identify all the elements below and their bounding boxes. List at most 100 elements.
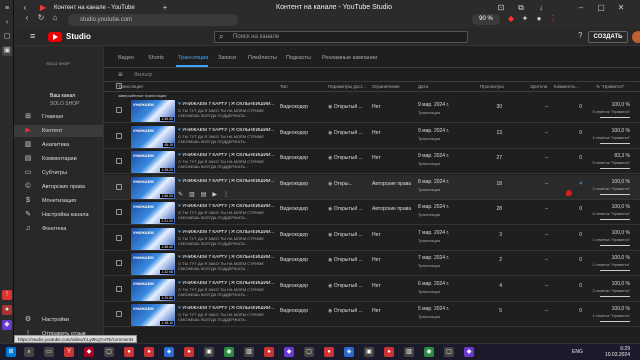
table-row[interactable]: УНИЖАЕМ 1:38:40 ♥ УНИЖАЕМ 7 КАРТУ | Я ОХЛЬ… xyxy=(104,226,640,251)
col-views[interactable]: Просмотры xyxy=(480,84,504,89)
app-taskbar-icon-13[interactable]: ● xyxy=(324,347,334,357)
app-taskbar-icon-4[interactable]: ● xyxy=(144,347,154,357)
tab-live[interactable]: Трансляции xyxy=(178,55,208,61)
video-thumbnail[interactable]: УНИЖАЕМ 1:32:08 xyxy=(131,253,175,275)
help-icon[interactable]: ? xyxy=(578,31,582,40)
account-avatar[interactable] xyxy=(632,31,640,43)
app-taskbar-icon-8[interactable]: ◉ xyxy=(224,347,234,357)
back-icon[interactable]: ‹ xyxy=(2,18,12,28)
video-thumbnail[interactable]: УНИЖАЕМ 45:15 xyxy=(131,125,175,148)
app-taskbar-icon-7[interactable]: ▣ xyxy=(204,347,214,357)
ad-block-icon[interactable]: ◆ xyxy=(506,14,516,24)
table-row[interactable]: УНИЖАЕМ 1:18:10 ♥ УНИЖАЕМ 7 КАРТУ | Я ОХЛЬ… xyxy=(104,302,640,327)
visibility-dropdown[interactable]: Открытый ... xyxy=(328,155,363,161)
app-icon-3[interactable]: ◆ xyxy=(2,320,12,330)
row-checkbox[interactable] xyxy=(116,234,122,241)
app-taskbar-icon-14[interactable]: ◈ xyxy=(344,347,354,357)
sidebar-item-settings[interactable]: ⚙ Настройки xyxy=(14,314,103,326)
video-title[interactable]: ♥ УНИЖАЕМ 7 КАРТУ | Я ОХЛЬНЕЙШИЙ... xyxy=(178,128,282,133)
col-live[interactable]: Трансляция xyxy=(118,84,143,89)
video-thumbnail[interactable]: УНИЖАЕМ 1:28:20 xyxy=(131,151,175,173)
browser-menu-icon[interactable]: ⋮ xyxy=(548,14,558,24)
visibility-dropdown[interactable]: Открытый ... xyxy=(328,308,363,314)
app-taskbar-icon-3[interactable]: ● xyxy=(124,347,134,357)
more-icon[interactable]: ⋮ xyxy=(223,192,235,198)
comments-count[interactable]: 0 xyxy=(572,104,582,110)
comments-count[interactable]: 0 xyxy=(572,232,582,238)
restrictions[interactable]: Нет xyxy=(372,283,381,289)
comments-count[interactable]: 0 xyxy=(572,206,582,212)
sidebar-item-customization[interactable]: ✎ Настройка канала xyxy=(14,209,103,221)
sidebar-item-subtitles[interactable]: ▭ Субтитры xyxy=(14,167,103,179)
table-row[interactable]: УНИЖАЕМ 1:35:35 ♥ УНИЖАЕМ 7 КАРТУ | Я ОХЛЬ… xyxy=(104,98,640,123)
restrictions[interactable]: Нет xyxy=(372,232,381,238)
app-icon-2[interactable]: ● xyxy=(2,305,12,315)
video-title[interactable]: ♥ УНИЖАЕМ 7 КАРТУ | Я ОХЛЬНЕЙШИЙ... xyxy=(178,102,282,107)
row-checkbox[interactable] xyxy=(116,209,122,215)
app-taskbar-icon-17[interactable]: ▥ xyxy=(404,347,414,357)
yandex-icon[interactable]: Y xyxy=(64,347,74,357)
panel-icon[interactable]: ▢ xyxy=(2,32,12,42)
row-checkbox[interactable] xyxy=(116,260,122,266)
filter-bar[interactable]: ≡ Фильтр xyxy=(104,68,640,82)
app-icon[interactable]: ▣ xyxy=(2,46,12,56)
youtube-row-icon[interactable]: ▶ xyxy=(212,192,223,198)
taskview-icon[interactable]: ▭ xyxy=(44,347,54,357)
app-taskbar-icon-6[interactable]: ● xyxy=(184,347,194,357)
video-thumbnail[interactable]: УНИЖАЕМ 1:56:20 xyxy=(131,176,175,199)
hamburger-menu-icon[interactable]: ≡ xyxy=(30,31,35,41)
row-checkbox[interactable] xyxy=(116,311,122,317)
table-row[interactable]: УНИЖАЕМ 1:28:20 ♥ УНИЖАЕМ 7 КАРТУ | Я ОХЛЬ… xyxy=(104,149,640,174)
sidebar-item-analytics[interactable]: ▥ Аналитика xyxy=(14,139,103,151)
video-title[interactable]: ♥ УНИЖАЕМ 7 КАРТУ | Я ОХЛЬНЕЙШИЙ... xyxy=(178,281,282,286)
table-row[interactable]: УНИЖАЕМ 1:29:50 ♥ УНИЖАЕМ 7 КАРТУ | Я ОХЛЬ… xyxy=(104,277,640,302)
studio-logo[interactable]: Studio xyxy=(66,32,91,41)
video-thumbnail[interactable]: УНИЖАЕМ 1:35:35 xyxy=(131,100,175,122)
app-taskbar-icon-2[interactable]: ▢ xyxy=(104,347,114,357)
app-taskbar-icon-16[interactable]: ● xyxy=(384,347,394,357)
video-title[interactable]: ♥ УНИЖАЕМ 7 КАРТУ | Я ОХЛЬНЕЙШИЙ... xyxy=(178,153,282,158)
extension-icon[interactable]: ✦ xyxy=(520,14,530,24)
restrictions[interactable]: Нет xyxy=(372,308,381,314)
comments-count[interactable]: 0 xyxy=(572,130,582,136)
channel-avatar[interactable]: SOLO SHOP xyxy=(44,52,72,76)
video-thumbnail[interactable]: УНИЖАЕМ 2:31:24 xyxy=(131,202,175,224)
edit-icon[interactable]: ✎ xyxy=(178,192,189,198)
restrictions[interactable]: Нет xyxy=(372,257,381,263)
notification-icon[interactable]: ! xyxy=(2,290,12,300)
analytics-row-icon[interactable]: ▥ xyxy=(189,192,201,198)
comments-row-icon[interactable]: ▤ xyxy=(201,192,213,198)
restrictions[interactable]: Авторские права xyxy=(372,206,411,212)
restrictions[interactable]: Авторские права xyxy=(372,181,411,187)
visibility-dropdown[interactable]: Открытый ... xyxy=(328,257,363,263)
app-taskbar-icon-20[interactable]: ◆ xyxy=(464,347,474,357)
row-checkbox[interactable] xyxy=(116,132,122,139)
col-comments[interactable]: Коммента... xyxy=(554,84,579,89)
visibility-dropdown[interactable]: Откры... xyxy=(328,181,353,187)
video-thumbnail[interactable]: УНИЖАЕМ 1:38:40 xyxy=(131,227,175,250)
clock[interactable]: 6:29 10.03.2024 xyxy=(590,346,630,358)
tab-videos[interactable]: Видео xyxy=(118,55,134,61)
home-icon[interactable]: ⌂ xyxy=(50,13,60,23)
menu-icon[interactable]: ≡ xyxy=(2,4,12,14)
search-input[interactable]: ⌕ Поиск на канале xyxy=(214,31,468,43)
row-checkbox[interactable] xyxy=(116,285,122,292)
sidebar-item-monetization[interactable]: $ Монетизация xyxy=(14,195,103,207)
app-taskbar-icon-18[interactable]: ◉ xyxy=(424,347,434,357)
comments-count[interactable]: 4 xyxy=(572,181,582,187)
sidebar-item-dashboard[interactable]: ⊞ Главная xyxy=(14,111,103,123)
youtube-logo-icon[interactable] xyxy=(48,32,62,42)
search-taskbar-icon[interactable]: ⌕ xyxy=(24,347,34,357)
table-row[interactable]: УНИЖАЕМ 1:32:08 ♥ УНИЖАЕМ 7 КАРТУ | Я ОХЛЬ… xyxy=(104,251,640,276)
app-taskbar-icon-11[interactable]: ◆ xyxy=(284,347,294,357)
tab-campaigns[interactable]: Рекламные кампании xyxy=(322,55,377,61)
sidebar-item-copyright[interactable]: © Авторские права xyxy=(14,181,103,193)
language-indicator[interactable]: ENG xyxy=(572,349,583,355)
video-title[interactable]: ♥ УНИЖАЕМ 7 КАРТУ | Я ОХЛЬНЕЙШИЙ... xyxy=(178,179,282,184)
tab-podcasts[interactable]: Подкасты xyxy=(286,55,311,61)
table-row[interactable]: УНИЖАЕМ 45:15 ♥ УНИЖАЕМ 7 КАРТУ | Я ОХЛЬНЕ… xyxy=(104,124,640,149)
app-taskbar-icon-19[interactable]: ▢ xyxy=(444,347,454,357)
col-restrictions[interactable]: Ограничения xyxy=(372,84,399,89)
col-date[interactable]: Дата xyxy=(418,84,428,89)
table-row[interactable]: УНИЖАЕМ 1:56:20 ♥ УНИЖАЕМ 7 КАРТУ | Я ОХЛЬ… xyxy=(104,174,640,200)
